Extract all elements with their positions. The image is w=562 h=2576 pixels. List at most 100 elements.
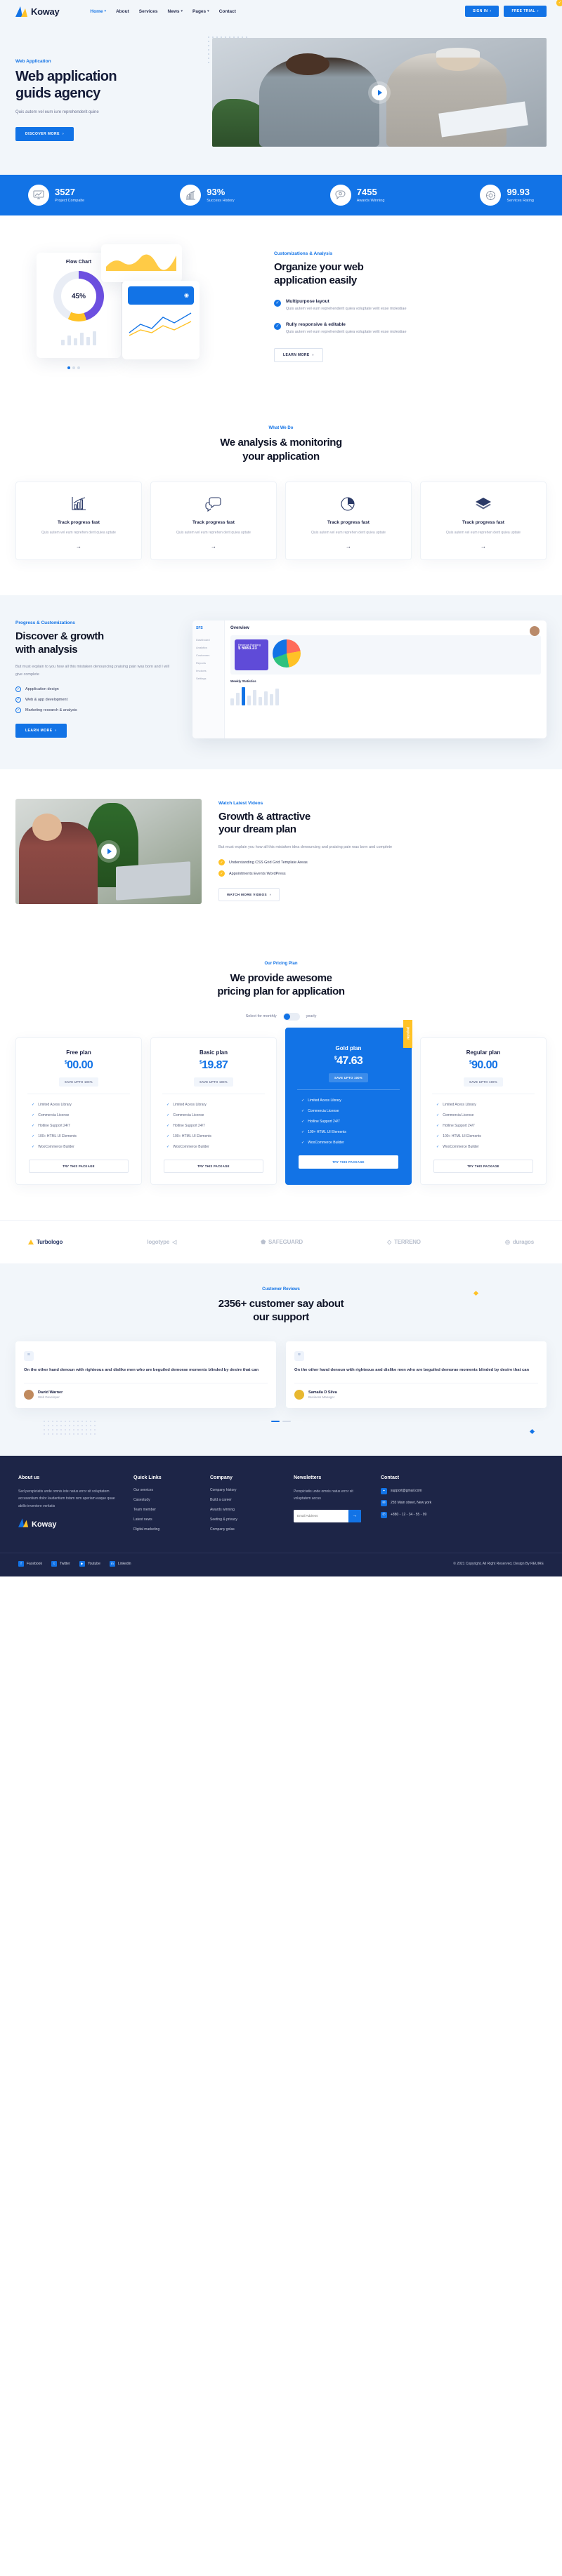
pricing-card-basic: Basic plan $19.87 SAVE UPTO 100% ✓ Limite…: [150, 1037, 277, 1185]
nav-item-pages[interactable]: Pages ▾: [192, 9, 209, 14]
newsletter-form: →: [294, 1509, 361, 1522]
service-card[interactable]: Track progress fast Quis autem vel eum r…: [285, 482, 412, 560]
social-link-linkedin[interactable]: in Linkedin: [109, 1560, 131, 1567]
footer-link[interactable]: Digital marketing: [133, 1527, 200, 1532]
dashboard-menu-item[interactable]: Customers: [196, 651, 221, 659]
hero-play-button[interactable]: [372, 84, 387, 100]
check-circle-outline-icon: ✓: [15, 686, 21, 693]
plan-save-badge: SAVE UPTO 100%: [194, 1077, 233, 1087]
check-icon: ✓: [166, 1123, 170, 1128]
service-card[interactable]: Track progress fast Quis autem vel eum r…: [420, 482, 547, 560]
plan-cta-button[interactable]: TRY THIS PACKAGE: [29, 1159, 129, 1173]
social-link-twitter[interactable]: t Twitter: [51, 1560, 70, 1567]
plan-cta-button[interactable]: TRY THIS PACKAGE: [433, 1159, 533, 1173]
stat-label: Success History: [207, 198, 235, 203]
newsletter-email-input[interactable]: [294, 1509, 348, 1522]
contact-text[interactable]: support@gmail.com: [391, 1489, 422, 1493]
nav-item-news[interactable]: News ▾: [168, 9, 183, 14]
organize-learn-more-button[interactable]: LEARN MORE ›: [274, 347, 323, 362]
footer-link[interactable]: Our services: [133, 1488, 200, 1492]
footer-brand[interactable]: Koway: [18, 1518, 124, 1531]
free-trial-button[interactable]: FREE TRIAL ›: [504, 6, 547, 17]
testimonial-card: ❞ On the other hand denoun with righteou…: [286, 1341, 547, 1408]
feature-heading: Rully responsive & editable: [286, 321, 346, 327]
dashboard-title: Overview: [230, 625, 249, 630]
plan-feature: ✓ WooCommerce Builder: [32, 1144, 74, 1149]
play-icon: [378, 89, 382, 95]
toggle-label-yearly: yearly: [306, 1014, 317, 1018]
growth-check-item: ✓ Appointments Events WordPress: [218, 870, 547, 877]
plan-price: $47.63: [334, 1054, 363, 1067]
feature-text: Quis autem vel eum reprehenderit quiea v…: [286, 306, 407, 311]
logotype-icon: ◁: [172, 1238, 177, 1245]
service-card[interactable]: Track progress fast Quis autem vel eum r…: [15, 482, 142, 560]
plan-save-badge: SAVE UPTO 100%: [329, 1073, 368, 1082]
dashboard-menu-item[interactable]: Invoices: [196, 667, 221, 675]
carousel-dots[interactable]: [67, 366, 80, 369]
check-badge-icon: ✓: [556, 0, 562, 6]
arrow-right-icon[interactable]: →: [293, 543, 404, 550]
client-logo: ◎ duragos: [505, 1238, 534, 1245]
dashboard-panel: Revenue Ranking $ 5863.23: [230, 635, 541, 675]
nav-item-about[interactable]: About: [116, 9, 129, 14]
turbologo-icon: [28, 1239, 34, 1244]
toggle-label-monthly: Select for monthly: [245, 1014, 277, 1018]
footer-link[interactable]: Seeting & privacy: [210, 1518, 284, 1522]
check-icon: ✓: [301, 1129, 305, 1134]
sign-in-button[interactable]: SIGN IN ›: [464, 6, 499, 17]
footer-link[interactable]: Awards winning: [210, 1508, 284, 1512]
growth-section: Watch Latest Videos Growth & attractive …: [0, 769, 562, 936]
footer-link[interactable]: Company golas: [210, 1527, 284, 1532]
check-icon: ✓: [32, 1123, 35, 1128]
plan-cta-button[interactable]: TRY THIS PACKAGE: [164, 1159, 263, 1173]
billing-toggle-switch[interactable]: [282, 1012, 300, 1021]
testimonials-title: 2356+ customer say about our support: [218, 1297, 344, 1324]
donut-chart: 45%: [53, 271, 104, 321]
discover-learn-more-button[interactable]: LEARN MORE ›: [15, 724, 67, 738]
what-we-do-eyebrow: What We Do: [268, 426, 294, 430]
check-circle-filled-icon: ✓: [218, 859, 225, 866]
footer-link[interactable]: Company history: [210, 1488, 284, 1492]
arrow-right-icon: →: [352, 1513, 358, 1518]
watch-more-videos-button[interactable]: WATCH MORE VIDEOS ›: [218, 888, 280, 902]
growth-title: Growth & attractive your dream plan: [218, 810, 311, 836]
laptop: [116, 861, 191, 901]
discover-more-button[interactable]: DISCOVER MORE ›: [15, 127, 74, 142]
footer-link[interactable]: Build a career: [210, 1498, 284, 1502]
plan-feature: ✓ Hotline Support 24/7: [301, 1119, 340, 1124]
newsletter-submit-button[interactable]: →: [348, 1509, 361, 1522]
trend-card: [101, 244, 182, 282]
avatar: [294, 1389, 304, 1400]
arrow-right-icon[interactable]: →: [23, 543, 134, 550]
growth-play-button[interactable]: [100, 843, 117, 859]
dashboard-menu-item[interactable]: Reports: [196, 659, 221, 667]
social-link-youtube[interactable]: ▶ Youtube: [79, 1560, 100, 1567]
plan-feature: ✓ Hotline Support 24/7: [166, 1123, 205, 1128]
testimonial-author: Samaila D Silva Business Manager: [294, 1382, 538, 1400]
footer-link[interactable]: Latest news: [133, 1518, 200, 1522]
stat-value: 3527: [55, 187, 75, 198]
nav-item-contact[interactable]: Contact: [219, 9, 236, 14]
nav-item-home[interactable]: Home ▾: [90, 9, 106, 14]
check-circle-filled-icon: ✓: [218, 870, 225, 877]
quote-icon: ❞: [294, 1350, 304, 1361]
dashboard-menu-item[interactable]: Analytics: [196, 644, 221, 651]
footer-link[interactable]: Team member: [133, 1508, 200, 1512]
plan-cta-button[interactable]: TRY THIS PACKAGE: [299, 1155, 398, 1169]
footer-link[interactable]: Casestudy: [133, 1498, 200, 1502]
dashboard-menu-item[interactable]: Settings: [196, 675, 221, 682]
arrow-right-icon[interactable]: →: [158, 543, 269, 550]
arrow-right-icon[interactable]: →: [428, 543, 539, 550]
nav-item-services[interactable]: Services: [139, 9, 158, 14]
chevron-down-icon: ▾: [181, 9, 183, 13]
dashboard-avatar: [530, 625, 540, 636]
dot-pattern-decor: [42, 1419, 98, 1435]
testimonial-author: David Warner Web Developer: [24, 1382, 268, 1400]
discover-paragraph: But must explain to you how all this mis…: [15, 665, 169, 677]
social-link-facebook[interactable]: f Facebook: [18, 1560, 42, 1567]
brand-logo[interactable]: Koway: [15, 6, 60, 17]
mail-icon: ✉: [381, 1499, 387, 1506]
service-card[interactable]: Track progress fast Quis autem vel eum r…: [150, 482, 277, 560]
dashboard-menu-item[interactable]: Dashboard: [196, 636, 221, 644]
pricing-title: We provide awesome pricing plan for appl…: [217, 971, 345, 998]
